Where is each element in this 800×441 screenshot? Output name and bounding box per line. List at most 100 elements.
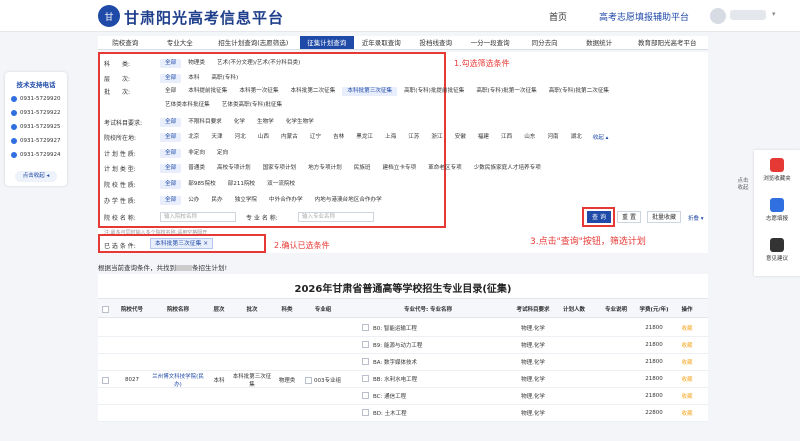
filter-option[interactable]: 全部 [160,195,182,205]
filter-option[interactable]: 全部 [160,132,182,142]
expand-toggle[interactable]: 收起 ▴ [593,133,609,141]
support-phone[interactable]: 0931-5729925 [11,124,60,130]
tab-4[interactable]: 近年录取查询 [354,36,408,49]
filter-option[interactable]: 高职(专科) [206,74,243,83]
filter-option[interactable]: 化学 [229,118,250,127]
row-checkbox[interactable] [362,409,369,416]
filter-option[interactable]: 建档立卡专项 [378,164,422,173]
tab-0[interactable]: 院校查询 [98,36,152,49]
major-group[interactable]: 003专业组 [302,319,344,441]
filter-option[interactable]: 江苏 [403,133,424,142]
filter-option[interactable]: 全部 [160,117,182,127]
selected-chip[interactable]: 本科批第三次征集 × [150,238,214,249]
filter-option[interactable]: 双一流院校 [262,180,300,189]
filter-option[interactable]: 艺体类本科批征集 [160,101,215,110]
select-all-checkbox[interactable] [101,305,109,313]
collapse-left-button[interactable]: 点击收起 ◂ [15,171,57,182]
user-menu-caret-icon[interactable]: ▾ [772,10,776,18]
group-checkbox[interactable] [305,376,312,384]
filter-option[interactable]: 全部 [160,73,182,83]
nav-assist-link[interactable]: 高考志愿填报辅助平台 [599,10,689,23]
user-avatar[interactable] [710,8,726,24]
filter-option[interactable]: 本科批第三次征集 [342,86,398,96]
filter-option[interactable]: 艺体类高职(专科)批征集 [217,101,287,110]
filter-option[interactable]: 化学生物学 [281,118,319,127]
school-name-input[interactable]: 输入院校名称 [160,212,236,222]
favorite-action[interactable]: 收藏 [670,387,704,404]
filter-option[interactable]: 不限科目要求 [183,118,227,127]
filter-option[interactable]: 物理类 [183,59,210,68]
filter-option[interactable]: 全部 [160,179,182,189]
filter-option[interactable]: 公办 [183,196,204,205]
filter-option[interactable]: 革命老区专项 [423,164,467,173]
filter-option[interactable]: 上海 [380,133,401,142]
filter-option[interactable]: 河北 [230,133,251,142]
right-tool-item[interactable]: 浏览收藏夹 [760,158,794,182]
filter-option[interactable]: 全部 [160,163,182,173]
right-tool-item[interactable]: 志愿填报 [760,198,794,222]
filter-option[interactable]: 山西 [253,133,274,142]
tab-5[interactable]: 投档线查询 [408,36,462,49]
site-logo-icon[interactable]: 甘 [98,5,120,27]
filter-option[interactable]: 吉林 [328,133,349,142]
support-phone[interactable]: 0931-5729924 [11,152,60,158]
filter-option[interactable]: 本科 [183,74,204,83]
filter-option[interactable]: 高职(专科)批提前批征集 [399,87,469,96]
school-row-checkbox[interactable] [101,376,109,384]
school-name-link[interactable]: 兰州博文科技学院(民办) [150,319,206,441]
filter-option[interactable]: 河南 [542,133,563,142]
filter-option[interactable]: 内地与港澳台地区合作办学 [310,196,387,205]
filter-option[interactable]: 生物学 [252,118,279,127]
favorite-action[interactable]: 收藏 [670,319,704,336]
favorite-action[interactable]: 收藏 [670,353,704,370]
filter-option[interactable]: 天津 [206,133,227,142]
tab-3[interactable]: 征集计划查询 [299,36,354,49]
filter-option[interactable]: 湖北 [566,133,587,142]
batch-favorite-button[interactable]: 批量收藏 [647,211,681,223]
fold-toggle[interactable]: 折叠 ▾ [688,214,704,222]
support-phone[interactable]: 0931-5729920 [11,96,60,102]
favorite-action[interactable]: 收藏 [670,404,704,421]
filter-option[interactable]: 内蒙古 [276,133,303,142]
major-name-input[interactable]: 输入专业名称 [298,212,374,222]
right-collapse-toggle[interactable]: 点击收起 [736,178,750,192]
filter-option[interactable]: 全部 [160,58,182,68]
filter-option[interactable]: 中外合作办学 [264,196,308,205]
favorite-action[interactable]: 收藏 [670,370,704,387]
row-checkbox[interactable] [362,358,369,365]
row-checkbox[interactable] [362,375,369,382]
filter-option[interactable]: 全部 [160,87,181,96]
right-tool-item[interactable]: 意见建议 [760,238,794,262]
tab-9[interactable]: 教育部阳光高考平台 [626,36,708,49]
tab-1[interactable]: 专业大全 [152,36,206,49]
filter-option[interactable]: 艺术(不分文理)/艺术(不分科目类) [212,59,305,68]
support-phone[interactable]: 0931-5729927 [11,138,60,144]
filter-option[interactable]: 定向 [212,149,233,158]
filter-option[interactable]: 高职(专科)批第一次征集 [471,87,541,96]
row-checkbox[interactable] [362,341,369,348]
filter-option[interactable]: 安徽 [450,133,471,142]
tab-7[interactable]: 同分去向 [517,36,571,49]
filter-option[interactable]: 非定向 [183,149,210,158]
filter-option[interactable]: 福建 [473,133,494,142]
filter-option[interactable]: 国家专项计划 [258,164,302,173]
filter-option[interactable]: 民办 [206,196,227,205]
filter-option[interactable]: 高职(专科)批第二次征集 [544,87,614,96]
tab-8[interactable]: 数据统计 [572,36,626,49]
reset-button[interactable]: 重 置 [617,211,641,223]
username-blurred[interactable] [730,10,766,20]
filter-option[interactable]: 高校专项计划 [212,164,256,173]
filter-option[interactable]: 普通类 [183,164,210,173]
tab-2[interactable]: 招生计划查询(志愿筛选) [207,36,300,49]
filter-option[interactable]: 江西 [496,133,517,142]
nav-home-link[interactable]: 首页 [549,10,567,23]
filter-option[interactable]: 辽宁 [305,133,326,142]
favorite-action[interactable]: 收藏 [670,336,704,353]
filter-option[interactable]: 本科批第二次征集 [286,87,341,96]
filter-option[interactable]: 浙江 [426,133,447,142]
filter-option[interactable]: 民族班 [349,164,376,173]
filter-option[interactable]: 北京 [183,133,204,142]
filter-option[interactable]: 黑龙江 [351,133,378,142]
row-checkbox[interactable] [362,324,369,331]
filter-option[interactable]: 全部 [160,148,182,158]
